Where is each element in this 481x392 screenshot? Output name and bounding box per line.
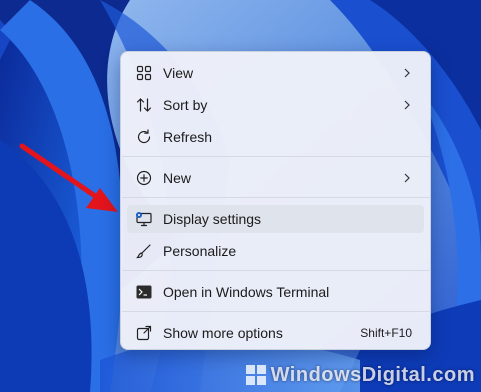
menu-item-label: Refresh [163, 129, 213, 145]
grid-icon [135, 64, 153, 82]
sort-icon [135, 96, 153, 114]
menu-item-open-terminal[interactable]: Open in Windows Terminal [127, 278, 424, 306]
menu-item-label: Display settings [163, 211, 262, 227]
menu-item-label: New [163, 170, 192, 186]
windows-logo-icon [245, 365, 266, 385]
menu-item-refresh[interactable]: Refresh [127, 123, 424, 151]
chevron-right-icon [404, 68, 410, 78]
menu-item-label: Show more options [163, 325, 283, 341]
desktop-context-menu: View Sort by Refresh New Display setting… [120, 51, 431, 350]
menu-item-label: Open in Windows Terminal [163, 284, 330, 300]
menu-separator [122, 156, 431, 157]
menu-separator [122, 197, 431, 198]
menu-separator [122, 270, 431, 271]
menu-separator [122, 311, 431, 312]
keyboard-shortcut: Shift+F10 [360, 326, 412, 340]
site-watermark: WindowsDigital.com [245, 362, 475, 388]
menu-item-label: Personalize [163, 243, 237, 259]
plus-circle-icon [135, 169, 153, 187]
menu-item-display-settings[interactable]: Display settings [127, 205, 424, 233]
expand-icon [135, 324, 153, 342]
terminal-icon [135, 283, 153, 301]
display-icon [135, 210, 153, 228]
chevron-right-icon [404, 100, 410, 110]
menu-item-show-more-options[interactable]: Show more options Shift+F10 [127, 319, 424, 347]
menu-item-view[interactable]: View [127, 59, 424, 87]
watermark-text: WindowsDigital.com [270, 363, 475, 386]
menu-item-new[interactable]: New [127, 164, 424, 192]
menu-item-sort-by[interactable]: Sort by [127, 91, 424, 119]
brush-icon [135, 242, 153, 260]
chevron-right-icon [404, 173, 410, 183]
refresh-icon [135, 128, 153, 146]
menu-item-personalize[interactable]: Personalize [127, 237, 424, 265]
menu-item-label: View [163, 65, 194, 81]
menu-item-label: Sort by [163, 97, 208, 113]
